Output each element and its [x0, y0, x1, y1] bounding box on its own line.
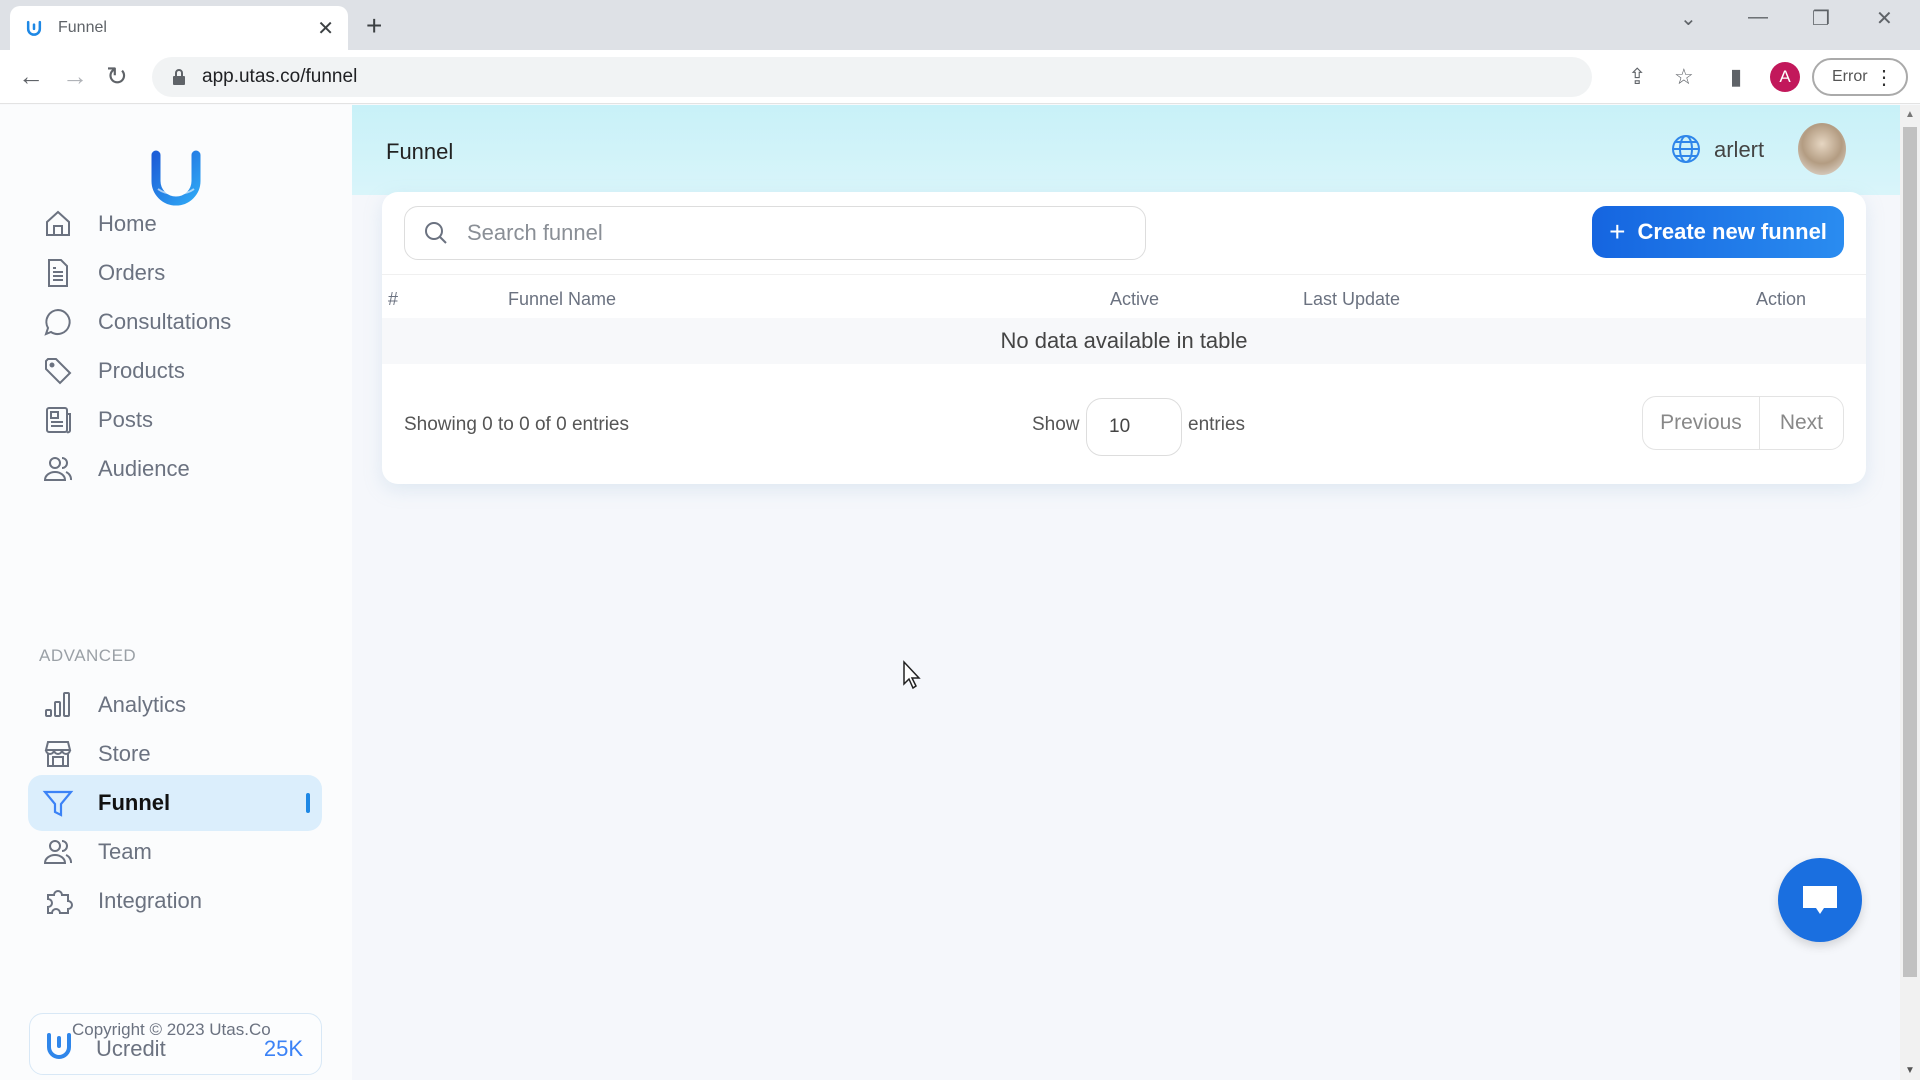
previous-page-button[interactable]: Previous	[1643, 397, 1760, 449]
scroll-down-icon[interactable]: ▼	[1905, 1065, 1915, 1076]
sidebar-item-posts[interactable]: Posts	[28, 392, 322, 448]
chat-icon	[1803, 886, 1837, 914]
reload-icon[interactable]: ↻	[106, 62, 128, 90]
menu-dots-icon[interactable]: ⋮	[1874, 65, 1894, 90]
pagination: Previous Next	[1642, 396, 1844, 450]
back-icon[interactable]: ←	[18, 62, 44, 90]
page-size-select[interactable]: 10	[1086, 398, 1182, 456]
column-header-last-update[interactable]: Last Update	[1303, 289, 1400, 310]
sidebar-item-label: Integration	[98, 888, 202, 913]
error-button[interactable]: Error ⋮	[1812, 58, 1908, 96]
sidebar-item-label: Home	[98, 211, 157, 236]
pagination-info: Showing 0 to 0 of 0 entries	[404, 414, 629, 435]
sidebar-item-orders[interactable]: Orders	[28, 245, 322, 301]
bookmark-star-icon[interactable]: ☆	[1674, 64, 1694, 90]
share-icon[interactable]: ⇪	[1628, 64, 1646, 90]
search-funnel-field[interactable]	[404, 206, 1146, 260]
address-bar[interactable]: app.utas.co/funnel	[152, 57, 1592, 97]
store-icon	[44, 741, 72, 767]
scrollbar-thumb[interactable]	[1903, 127, 1917, 977]
window-close-icon[interactable]: ✕	[1876, 6, 1893, 31]
empty-table-message: No data available in table	[382, 318, 1866, 364]
copyright-text: Copyright © 2023 Utas.Co	[72, 1020, 271, 1039]
sidebar-item-consultations[interactable]: Consultations	[28, 294, 322, 350]
sidebar: Home Orders Consultations Products Posts…	[0, 105, 352, 1080]
entries-label: entries	[1188, 414, 1246, 435]
tab-title: Funnel	[58, 19, 107, 36]
sidebar-item-products[interactable]: Products	[28, 343, 322, 399]
user-avatar[interactable]	[1798, 123, 1846, 175]
active-indicator	[306, 793, 310, 813]
sidebar-item-label: Posts	[98, 407, 154, 432]
error-label: Error	[1832, 68, 1868, 85]
tab-search-chevron-icon[interactable]: ⌄	[1680, 6, 1697, 31]
sidebar-item-audience[interactable]: Audience	[28, 441, 322, 497]
side-panel-icon[interactable]: ▮	[1730, 64, 1742, 90]
sidebar-item-team[interactable]: Team	[28, 824, 322, 880]
sidebar-item-store[interactable]: Store	[28, 726, 322, 782]
users-icon	[43, 457, 72, 481]
sidebar-item-label: Consultations	[98, 309, 232, 334]
username[interactable]: arlert	[1714, 137, 1764, 163]
url-text: app.utas.co/funnel	[202, 66, 358, 87]
newspaper-icon	[46, 407, 71, 434]
sidebar-item-integration[interactable]: Integration	[28, 873, 322, 929]
search-input[interactable]	[467, 220, 1067, 246]
search-icon	[425, 222, 447, 244]
browser-tab[interactable]: Funnel ✕	[10, 6, 348, 50]
create-new-funnel-button[interactable]: + Create new funnel	[1592, 206, 1844, 258]
bar-chart-icon	[45, 692, 70, 717]
globe-icon[interactable]	[1670, 133, 1702, 165]
table-header: # Funnel Name Active Last Update Action	[382, 274, 1866, 318]
sidebar-item-label: Audience	[98, 456, 190, 481]
funnel-icon	[42, 790, 74, 817]
new-tab-icon[interactable]: +	[366, 10, 382, 42]
sidebar-item-analytics[interactable]: Analytics	[28, 677, 322, 733]
page-header: Funnel arlert	[352, 105, 1900, 195]
column-header-index[interactable]: #	[388, 289, 398, 310]
users-icon	[43, 840, 72, 864]
page-title: Funnel	[386, 139, 454, 164]
sidebar-item-label: Analytics	[98, 692, 187, 717]
restore-icon[interactable]: ❐	[1812, 6, 1830, 31]
home-icon	[46, 210, 70, 236]
puzzle-icon	[47, 890, 73, 914]
sidebar-item-home[interactable]: Home	[28, 196, 322, 252]
tag-icon	[45, 358, 72, 385]
forward-icon[interactable]: →	[62, 62, 88, 90]
scroll-up-icon[interactable]: ▲	[1905, 109, 1915, 120]
sidebar-item-label: Store	[98, 741, 151, 766]
tab-close-icon[interactable]: ✕	[317, 16, 334, 41]
sidebar-section-advanced: ADVANCED	[39, 646, 137, 665]
chat-launcher-button[interactable]	[1778, 858, 1862, 942]
sidebar-item-label: Orders	[98, 260, 166, 285]
column-header-active[interactable]: Active	[1110, 289, 1159, 310]
profile-avatar[interactable]: A	[1770, 62, 1800, 92]
utas-favicon-icon	[26, 20, 42, 36]
mouse-cursor-icon	[903, 660, 921, 690]
minimize-icon[interactable]: —	[1748, 6, 1768, 29]
browser-toolbar: ← → ↻ app.utas.co/funnel ⇪ ☆ ▮ A Error ⋮	[0, 50, 1920, 104]
show-label: Show	[1032, 414, 1080, 435]
next-page-button[interactable]: Next	[1760, 397, 1843, 449]
sidebar-item-funnel[interactable]: Funnel	[28, 775, 322, 831]
sidebar-item-label: Products	[98, 358, 185, 383]
chat-bubble-icon	[44, 308, 71, 336]
plus-icon: +	[1609, 216, 1626, 247]
funnel-table-card: + Create new funnel # Funnel Name Active…	[382, 192, 1866, 484]
document-icon	[48, 259, 68, 287]
lock-icon	[173, 69, 185, 85]
browser-tabstrip: Funnel ✕ + ⌄ — ❐ ✕	[0, 0, 1920, 50]
column-header-action[interactable]: Action	[1756, 289, 1806, 310]
sidebar-item-label: Funnel	[98, 790, 171, 815]
column-header-funnel-name[interactable]: Funnel Name	[508, 289, 616, 310]
page-scrollbar[interactable]: ▲ ▼	[1900, 105, 1920, 1080]
ucredit-logo-icon	[47, 1033, 71, 1059]
sidebar-item-label: Team	[98, 839, 152, 864]
create-button-label: Create new funnel	[1637, 219, 1827, 244]
